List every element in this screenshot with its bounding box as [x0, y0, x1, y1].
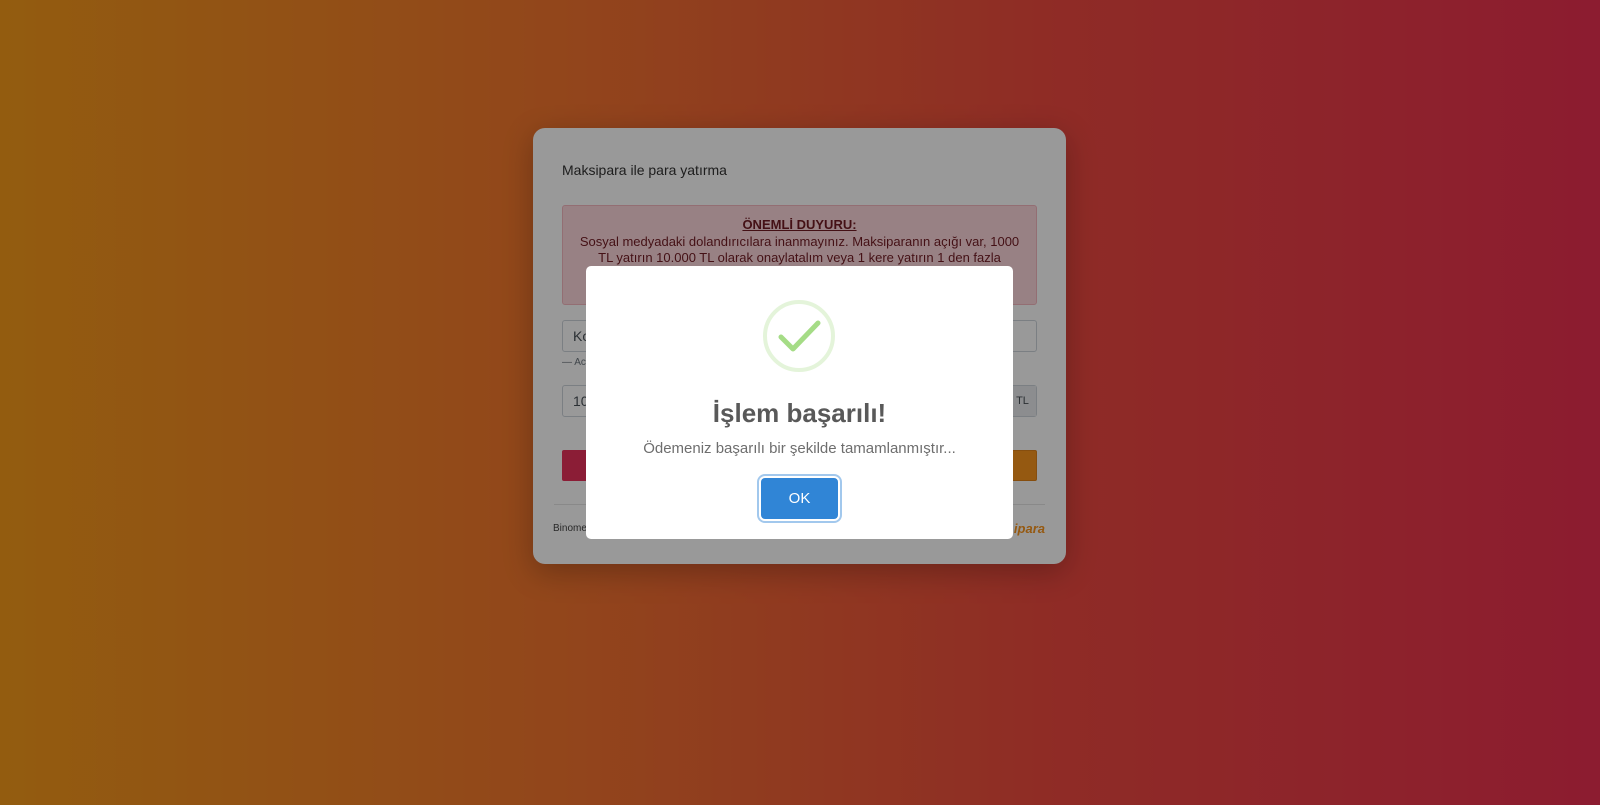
ok-button[interactable]: OK	[761, 478, 838, 519]
success-check-icon	[763, 300, 835, 372]
success-dialog: İşlem başarılı! Ödemeniz başarılı bir şe…	[586, 266, 1013, 539]
dialog-title: İşlem başarılı!	[712, 398, 887, 428]
dialog-message: Ödemeniz başarılı bir şekilde tamamlanmı…	[643, 440, 956, 457]
